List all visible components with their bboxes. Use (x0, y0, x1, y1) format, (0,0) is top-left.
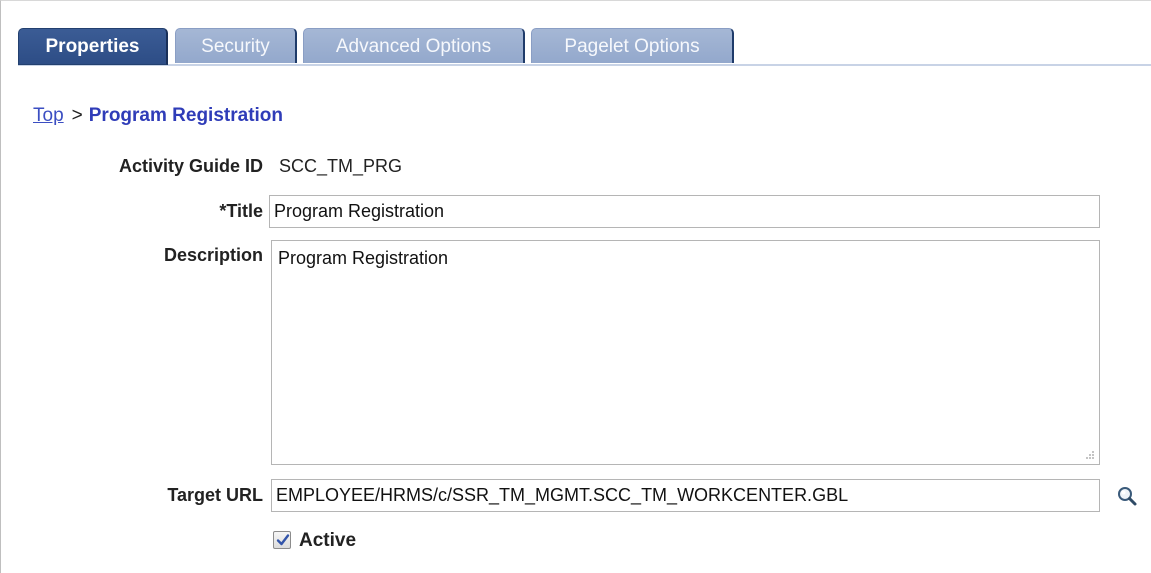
description-label: Description (163, 245, 263, 265)
tab-pagelet-options[interactable]: Pagelet Options (531, 28, 734, 63)
active-checkbox[interactable] (273, 531, 291, 549)
title-label: *Title (219, 201, 263, 221)
tab-bar: Properties Security Advanced Options Pag… (18, 28, 1151, 67)
tab-security[interactable]: Security (175, 28, 297, 63)
description-textarea[interactable]: Program Registration (271, 240, 1100, 465)
tab-underline (18, 64, 1151, 66)
active-checkbox-label[interactable]: Active (299, 530, 356, 552)
activity-guide-id-label: Activity Guide ID (118, 156, 263, 176)
breadcrumb-top-link[interactable]: Top (33, 105, 64, 126)
breadcrumb-separator: > (71, 105, 83, 126)
checkmark-icon (276, 534, 290, 546)
description-text: Program Registration (278, 248, 449, 268)
breadcrumb: Top > Program Registration (33, 104, 283, 128)
target-url-label: Target URL (167, 485, 263, 505)
tab-advanced-options[interactable]: Advanced Options (303, 28, 525, 63)
target-url-input[interactable]: EMPLOYEE/HRMS/c/SSR_TM_MGMT.SCC_TM_WORKC… (271, 479, 1100, 512)
tab-properties[interactable]: Properties (18, 28, 168, 65)
breadcrumb-current: Program Registration (88, 105, 284, 126)
resize-grip-icon[interactable] (1084, 449, 1094, 459)
page-frame: Properties Security Advanced Options Pag… (0, 0, 1151, 573)
activity-guide-id-value: SCC_TM_PRG (279, 156, 403, 176)
title-input[interactable]: Program Registration (269, 195, 1100, 228)
magnifier-icon[interactable] (1115, 484, 1139, 508)
